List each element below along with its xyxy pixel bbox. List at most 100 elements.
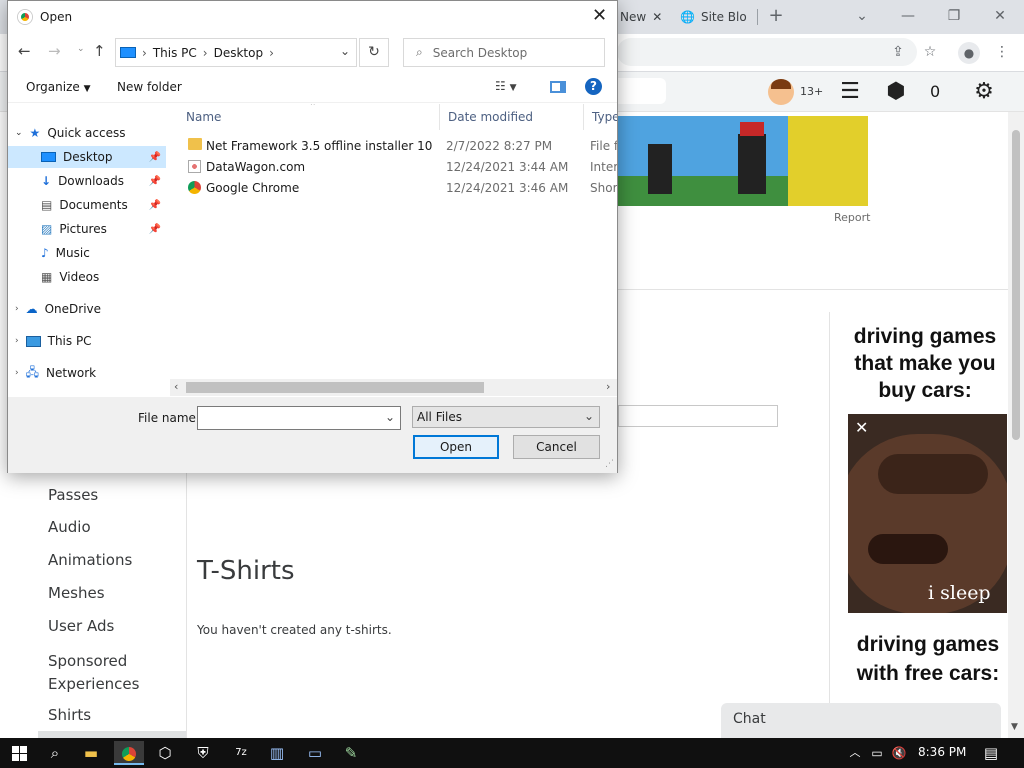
expand-chevron-icon[interactable]: › xyxy=(15,336,19,346)
dialog-close-icon[interactable]: ✕ xyxy=(592,5,607,26)
sidebar-item-shirts[interactable]: Shirts xyxy=(48,706,91,724)
open-button[interactable]: Open xyxy=(413,435,499,459)
minimize-icon[interactable]: — xyxy=(898,6,918,26)
page-title: T-Shirts xyxy=(197,556,295,586)
file-type-value: All Files xyxy=(417,410,463,424)
table-row[interactable]: Net Framework 3.5 offline installer 10 2… xyxy=(178,136,617,157)
profile-icon[interactable]: ● xyxy=(958,42,980,64)
recent-locations-chevron-icon[interactable]: ⌄ xyxy=(77,44,85,54)
speaker-muted-icon[interactable]: 🔇 xyxy=(884,741,914,765)
scroll-left-icon[interactable]: ‹ xyxy=(174,380,178,393)
app-icon[interactable]: ▥ xyxy=(262,741,292,765)
shield-icon[interactable]: ⛨ xyxy=(188,741,218,765)
kebab-menu-icon[interactable]: ⋮ xyxy=(992,42,1012,62)
robux-icon[interactable]: ⬢ xyxy=(882,78,910,106)
close-tab-icon[interactable]: ✕ xyxy=(652,10,662,24)
nav-item-pictures[interactable]: ▨ Pictures 📌 xyxy=(8,218,166,240)
close-icon[interactable]: ✕ xyxy=(855,418,868,437)
nav-item-downloads[interactable]: ↓ Downloads 📌 xyxy=(8,170,166,192)
forward-arrow-icon[interactable]: → xyxy=(48,42,61,60)
organize-button[interactable]: Organize ▼ xyxy=(26,80,91,94)
notifications-list-icon[interactable]: ☰ xyxy=(836,78,864,106)
star-bookmark-icon[interactable]: ☆ xyxy=(920,42,940,62)
7zip-icon[interactable]: 7z xyxy=(226,741,256,765)
paint-app-icon[interactable]: ✎ xyxy=(336,741,366,765)
browser-tab-new[interactable]: New ✕ xyxy=(620,4,670,30)
nav-item-desktop[interactable]: Desktop 📌 xyxy=(8,146,166,168)
chevron-down-icon[interactable]: ⌄ xyxy=(385,410,395,424)
avatar[interactable] xyxy=(768,79,794,105)
expand-chevron-icon[interactable]: › xyxy=(15,368,19,378)
nav-item-label: Documents xyxy=(59,198,128,212)
nav-item-documents[interactable]: ▤ Documents 📌 xyxy=(8,194,166,216)
notifications-icon[interactable]: ▤ xyxy=(976,741,1006,765)
expand-chevron-icon[interactable]: › xyxy=(15,304,19,314)
scroll-right-icon[interactable]: › xyxy=(606,380,610,393)
breadcrumb-this-pc[interactable]: This PC xyxy=(153,46,197,60)
column-header-name[interactable]: Name xyxy=(178,104,440,130)
nav-item-label: Quick access xyxy=(47,126,126,140)
nav-item-label: Desktop xyxy=(63,150,113,164)
ad-text-bottom: driving games with free cars: xyxy=(856,633,1000,685)
computer-icon xyxy=(25,335,41,347)
sidebar-item-meshes[interactable]: Meshes xyxy=(48,584,105,602)
back-arrow-icon[interactable]: ← xyxy=(18,42,31,60)
file-list-horizontal-scrollbar[interactable]: ‹ › xyxy=(170,379,617,396)
breadcrumb-desktop[interactable]: Desktop xyxy=(214,46,264,60)
restore-icon[interactable]: ❐ xyxy=(944,6,964,26)
sidebar-item-sponsored-experiences[interactable]: Sponsored Experiences xyxy=(48,650,158,696)
file-type-select[interactable]: All Files ⌄ xyxy=(412,406,600,428)
page-scrollbar-thumb[interactable] xyxy=(1012,130,1020,440)
omnibox[interactable] xyxy=(617,38,917,66)
close-window-icon[interactable]: ✕ xyxy=(990,6,1010,26)
nav-item-network[interactable]: › 🖧 Network xyxy=(8,362,166,384)
expand-chevron-icon[interactable]: ⌄ xyxy=(15,128,23,138)
page-input-field[interactable] xyxy=(618,405,778,427)
view-options-icon[interactable]: ☷ ▼ xyxy=(495,79,517,93)
table-row[interactable]: DataWagon.com 12/24/2021 3:44 AM Intern xyxy=(178,157,617,178)
search-icon[interactable]: ⌕ xyxy=(40,741,70,765)
nav-item-music[interactable]: ♪ Music xyxy=(8,242,166,264)
preview-pane-icon[interactable] xyxy=(550,81,566,93)
tab-label: New xyxy=(620,10,647,24)
banner-report-link[interactable]: Report xyxy=(834,211,870,224)
chrome-taskbar-icon[interactable] xyxy=(114,741,144,765)
address-bar[interactable]: › This PC › Desktop › ⌄ xyxy=(115,38,357,67)
cancel-button[interactable]: Cancel xyxy=(513,435,600,459)
sidebar-item-user-ads[interactable]: User Ads xyxy=(48,617,114,635)
column-header-type[interactable]: Type xyxy=(584,104,617,130)
scroll-down-icon[interactable]: ▼ xyxy=(1011,722,1018,732)
share-icon[interactable]: ⇪ xyxy=(888,42,908,62)
banner-ad-image[interactable] xyxy=(618,116,868,206)
column-header-date-modified[interactable]: Date modified xyxy=(440,104,584,130)
sidebar-item-audio[interactable]: Audio xyxy=(48,518,91,536)
nav-item-this-pc[interactable]: › This PC xyxy=(8,330,166,352)
up-arrow-icon[interactable]: ↑ xyxy=(93,42,106,60)
file-name-input[interactable]: ⌄ xyxy=(197,406,401,430)
sidebar-item-animations[interactable]: Animations xyxy=(48,551,132,569)
sidebar-selected-indicator xyxy=(38,731,186,738)
chevron-down-icon[interactable]: ⌄ xyxy=(852,6,872,26)
nav-item-quick-access[interactable]: ⌄ ★ Quick access xyxy=(8,122,166,144)
sidebar-item-passes[interactable]: Passes xyxy=(48,486,98,504)
new-folder-button[interactable]: New folder xyxy=(117,80,182,94)
window-app-icon[interactable]: ▭ xyxy=(300,741,330,765)
help-icon[interactable]: ? xyxy=(585,78,602,95)
plus-icon[interactable]: + xyxy=(766,6,786,26)
refresh-icon[interactable]: ↻ xyxy=(359,38,389,67)
address-dropdown-chevron-icon[interactable]: ⌄ xyxy=(340,44,350,58)
nav-item-onedrive[interactable]: › ☁ OneDrive xyxy=(8,298,166,320)
search-desktop-input[interactable]: ⌕ Search Desktop xyxy=(403,38,605,67)
gear-icon[interactable]: ⚙ xyxy=(970,78,998,106)
ad-meme-image[interactable]: i sleep xyxy=(848,414,1007,613)
file-explorer-icon[interactable]: ▬ xyxy=(76,741,106,765)
windows-start-icon[interactable] xyxy=(4,741,34,765)
browser-tab-site[interactable]: 🌐 Site Blo xyxy=(680,4,756,30)
scrollbar-thumb[interactable] xyxy=(186,382,484,393)
chat-bar[interactable]: Chat xyxy=(721,703,1001,738)
table-row[interactable]: Google Chrome 12/24/2021 3:46 AM Short xyxy=(178,178,617,199)
nav-item-videos[interactable]: ▦ Videos xyxy=(8,266,166,288)
taskbar-clock[interactable]: 8:36 PM xyxy=(918,745,966,759)
cube-app-icon[interactable]: ⬡ xyxy=(150,741,180,765)
resize-grip-icon[interactable]: ⋰ xyxy=(605,459,614,469)
